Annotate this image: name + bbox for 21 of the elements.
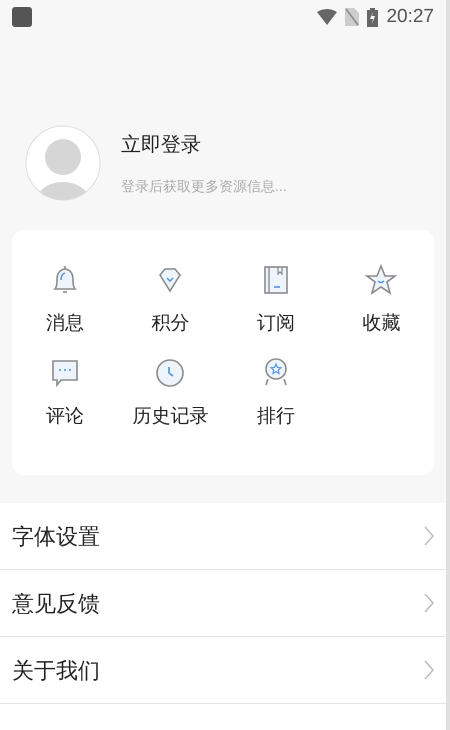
status-time: 20:27 bbox=[386, 4, 434, 29]
menu-item[interactable]: 字体设置 bbox=[0, 503, 446, 570]
shortcut-item[interactable]: 评论 bbox=[12, 354, 118, 431]
app-notification-icon bbox=[12, 7, 32, 27]
no-sim-icon bbox=[345, 8, 360, 26]
chevron-right-icon bbox=[424, 593, 434, 613]
login-subtitle: 登录后获取更多资源信息... bbox=[121, 176, 287, 196]
shortcut-item[interactable]: 历史记录 bbox=[118, 354, 223, 431]
menu-item[interactable]: 关于我们 bbox=[0, 637, 446, 704]
menu-item[interactable]: 意见反馈 bbox=[0, 570, 446, 637]
shortcut-item[interactable]: 积分 bbox=[118, 262, 223, 338]
shortcut-item[interactable]: 排行 bbox=[223, 354, 328, 431]
star-icon bbox=[363, 262, 400, 298]
shortcut-item[interactable]: 收藏 bbox=[328, 262, 434, 338]
wifi-icon bbox=[317, 9, 338, 25]
login-title[interactable]: 立即登录 bbox=[121, 130, 287, 160]
shortcut-item[interactable]: 消息 bbox=[12, 262, 118, 338]
battery-charging-icon bbox=[367, 8, 378, 26]
chevron-right-icon bbox=[424, 526, 434, 546]
chevron-right-icon bbox=[424, 660, 434, 680]
shortcut-item[interactable]: 订阅 bbox=[223, 262, 328, 338]
